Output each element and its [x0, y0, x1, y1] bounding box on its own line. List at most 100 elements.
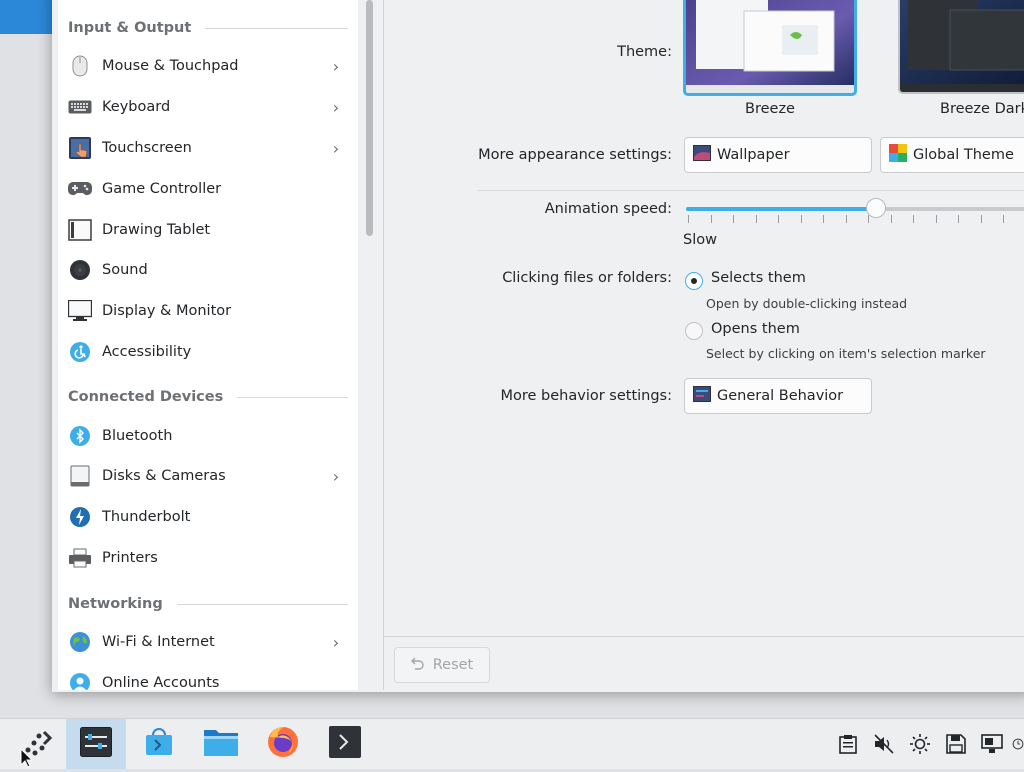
- desktop-background: [0, 0, 52, 34]
- selects-them-radio[interactable]: [685, 272, 703, 290]
- theme-label: Theme:: [617, 44, 672, 60]
- wallpaper-icon: [693, 145, 711, 165]
- slider-tick: [823, 215, 824, 223]
- sidebar-item-drawing-tablet[interactable]: Drawing Tablet: [58, 212, 358, 248]
- animation-speed-slider-handle[interactable]: [866, 198, 886, 218]
- disk-icon: [68, 464, 92, 488]
- mouse-icon: [68, 54, 92, 78]
- slider-tick: [755, 215, 757, 223]
- sidebar-scrollbar-thumb[interactable]: [366, 0, 373, 236]
- sidebar-item-label: Thunderbolt: [102, 509, 191, 525]
- taskbar-dolphin[interactable]: [192, 719, 250, 769]
- sidebar-item-label: Display & Monitor: [102, 303, 232, 319]
- discover-icon: [144, 727, 174, 761]
- dolphin-icon: [203, 727, 239, 761]
- sidebar-item-bluetooth[interactable]: Bluetooth: [58, 418, 358, 454]
- wallpaper-button[interactable]: Wallpaper: [684, 137, 872, 173]
- volume-muted-icon[interactable]: [872, 732, 896, 756]
- settings-footer: Reset: [384, 636, 1024, 691]
- slider-tick: [913, 215, 914, 223]
- sidebar: Input & Output Mouse & Touchpad › Keyboa…: [58, 0, 358, 690]
- section-separator: [478, 190, 1024, 191]
- sidebar-item-sound[interactable]: Sound: [58, 252, 358, 288]
- sidebar-item-disks-cameras[interactable]: Disks & Cameras ›: [58, 458, 358, 494]
- keyboard-icon: [68, 95, 92, 119]
- undo-icon: [410, 656, 425, 674]
- konsole-icon: [329, 726, 361, 762]
- section-title: Connected Devices: [68, 389, 224, 405]
- brightness-icon[interactable]: [908, 732, 932, 756]
- slider-tick: [733, 215, 734, 223]
- save-icon[interactable]: [944, 732, 968, 756]
- sidebar-item-printers[interactable]: Printers: [58, 540, 358, 576]
- taskbar-firefox[interactable]: [254, 719, 312, 769]
- sidebar-item-label: Bluetooth: [102, 428, 173, 444]
- sidebar-item-game-controller[interactable]: Game Controller: [58, 171, 358, 207]
- sidebar-item-keyboard[interactable]: Keyboard ›: [58, 89, 358, 125]
- theme-thumbnail-breeze[interactable]: [683, 0, 857, 96]
- slider-tick: [1003, 215, 1004, 223]
- selects-them-hint: Open by double-clicking instead: [706, 296, 908, 311]
- wallpaper-button-label: Wallpaper: [717, 147, 790, 163]
- opens-them-label[interactable]: Opens them: [711, 321, 800, 337]
- display-icon[interactable]: [980, 732, 1004, 756]
- reset-button[interactable]: Reset: [394, 647, 490, 683]
- taskbar-konsole[interactable]: [316, 719, 374, 769]
- clicking-files-label: Clicking files or folders:: [502, 270, 672, 286]
- opens-them-hint: Select by clicking on item's selection m…: [706, 346, 986, 361]
- sidebar-item-thunderbolt[interactable]: Thunderbolt: [58, 499, 358, 535]
- sidebar-item-label: Drawing Tablet: [102, 222, 211, 238]
- sidebar-item-label: Accessibility: [102, 344, 192, 360]
- general-behavior-icon: [693, 386, 711, 406]
- speaker-icon: [68, 258, 92, 282]
- selects-them-label[interactable]: Selects them: [711, 270, 806, 286]
- sidebar-item-mouse-touchpad[interactable]: Mouse & Touchpad ›: [58, 48, 358, 84]
- animation-slow-label: Slow: [683, 232, 717, 248]
- taskbar-discover[interactable]: [130, 719, 188, 769]
- bluetooth-icon: [68, 424, 92, 448]
- slider-tick: [958, 215, 959, 223]
- global-theme-button-label: Global Theme: [913, 147, 1014, 163]
- mouse-cursor: [20, 747, 34, 772]
- clipboard-icon[interactable]: [836, 732, 860, 756]
- theme-thumbnail-breeze-dark[interactable]: [898, 0, 1024, 94]
- sidebar-item-touchscreen[interactable]: Touchscreen ›: [58, 130, 358, 166]
- taskbar: [0, 718, 1024, 769]
- section-header-input-output: Input & Output: [68, 18, 348, 38]
- thunderbolt-icon: [68, 505, 92, 529]
- clock-icon[interactable]: [1012, 732, 1024, 756]
- section-header-networking: Networking: [68, 594, 348, 614]
- sidebar-item-label: Disks & Cameras: [102, 468, 226, 484]
- system-settings-icon: [80, 727, 112, 761]
- theme-name-breeze: Breeze: [745, 101, 795, 117]
- monitor-icon: [68, 299, 92, 323]
- sidebar-item-label: Wi-Fi & Internet: [102, 634, 215, 650]
- taskbar-system-settings[interactable]: [66, 719, 126, 769]
- accounts-icon: [68, 671, 92, 690]
- touchscreen-icon: [68, 136, 92, 160]
- tablet-icon: [68, 218, 92, 242]
- slider-tick: [688, 215, 689, 223]
- general-behavior-button[interactable]: General Behavior: [684, 378, 872, 414]
- more-behavior-label: More behavior settings:: [500, 388, 672, 404]
- sidebar-item-display-monitor[interactable]: Display & Monitor: [58, 293, 358, 329]
- animation-speed-slider-fill: [686, 207, 876, 211]
- sidebar-item-label: Printers: [102, 550, 158, 566]
- sidebar-item-label: Game Controller: [102, 181, 222, 197]
- global-theme-button[interactable]: Global Theme: [880, 137, 1024, 173]
- slider-tick: [980, 215, 982, 223]
- sidebar-item-label: Mouse & Touchpad: [102, 58, 239, 74]
- sidebar-item-online-accounts[interactable]: Online Accounts: [58, 665, 358, 690]
- section-title: Input & Output: [68, 20, 192, 36]
- opens-them-radio[interactable]: [685, 322, 703, 340]
- accessibility-icon: [68, 340, 92, 364]
- sidebar-item-wifi-internet[interactable]: Wi-Fi & Internet ›: [58, 624, 358, 660]
- slider-tick: [890, 215, 892, 223]
- slider-tick: [935, 215, 937, 223]
- slider-tick: [845, 215, 847, 223]
- sidebar-item-label: Touchscreen: [102, 140, 192, 156]
- sidebar-item-label: Keyboard: [102, 99, 171, 115]
- global-theme-icon: [889, 144, 907, 166]
- section-divider: [205, 27, 348, 29]
- sidebar-item-accessibility[interactable]: Accessibility: [58, 334, 358, 370]
